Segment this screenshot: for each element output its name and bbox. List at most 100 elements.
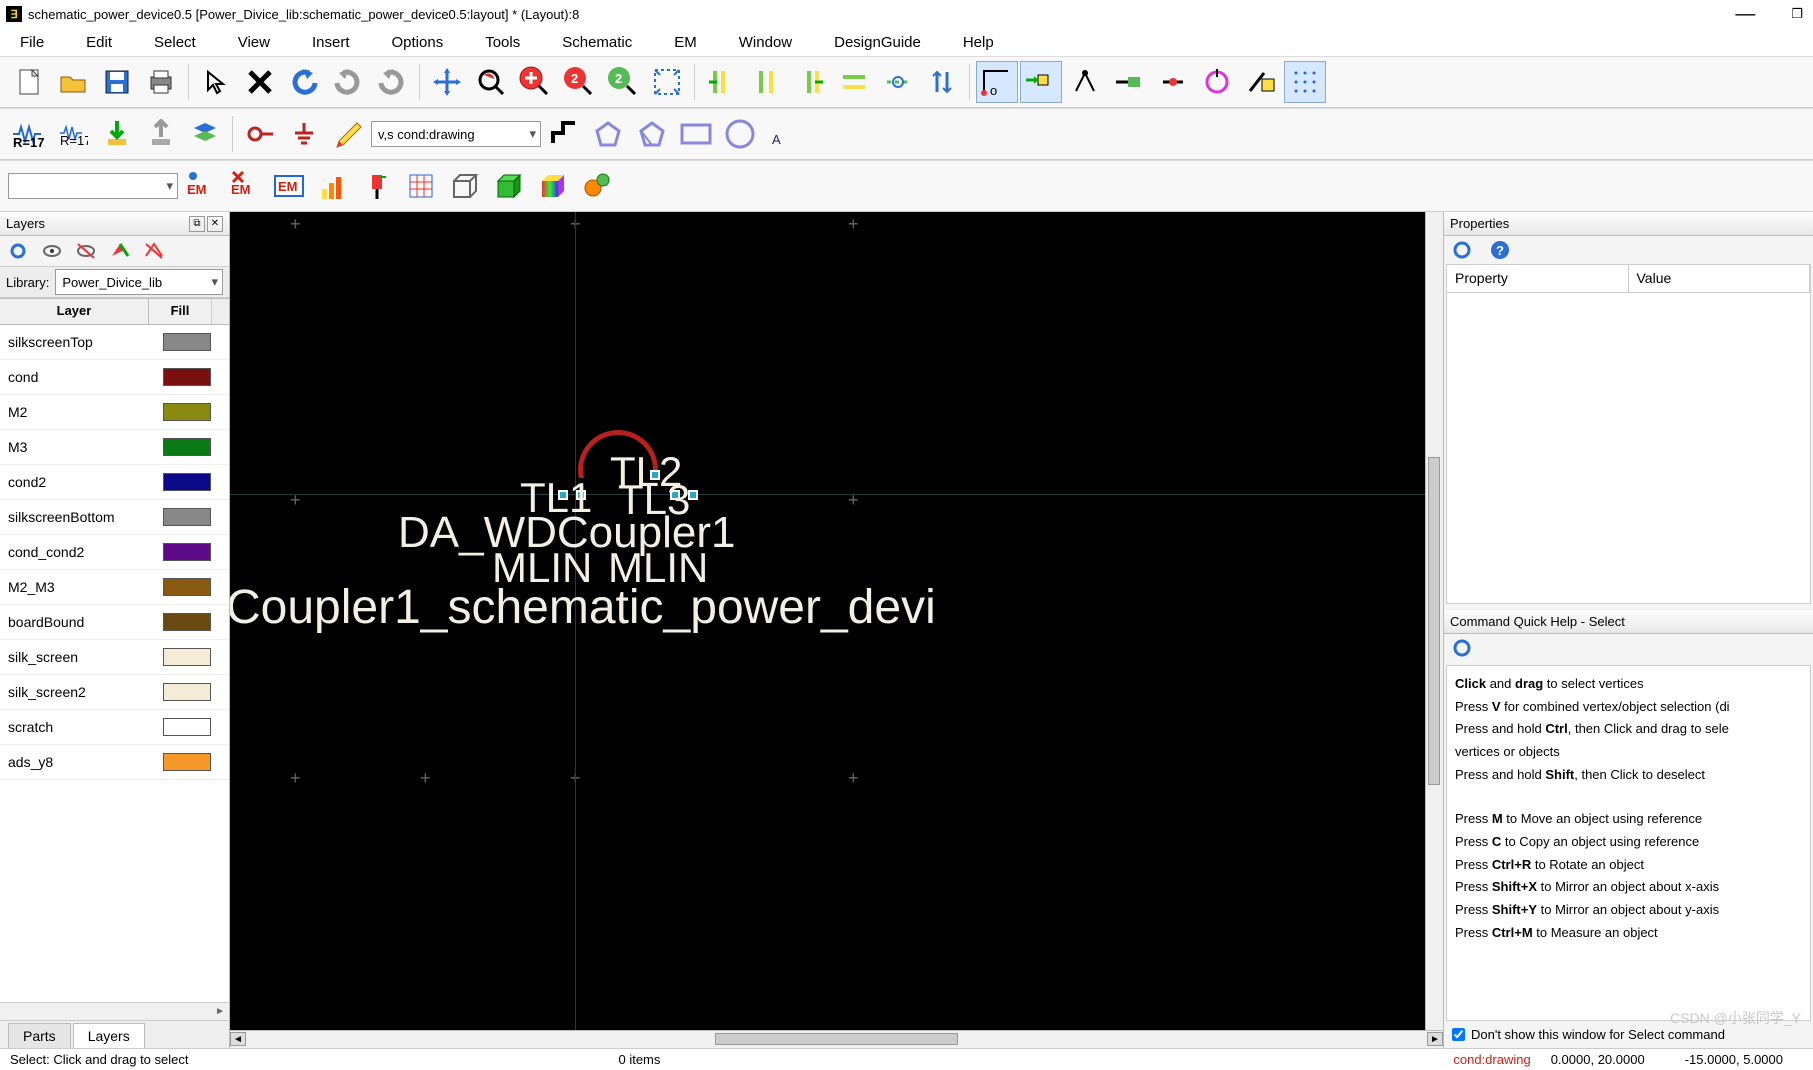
redo-button[interactable] — [327, 61, 369, 103]
grid-dots-button[interactable] — [1284, 61, 1326, 103]
layer-row[interactable]: boardBound — [0, 605, 229, 640]
zoom-out2-button[interactable]: 2 — [602, 61, 644, 103]
menu-designguide[interactable]: DesignGuide — [834, 34, 921, 51]
vertex-snap-button[interactable] — [1064, 61, 1106, 103]
terminal-button[interactable] — [239, 113, 281, 155]
pointer-button[interactable] — [195, 61, 237, 103]
gear2-button[interactable] — [576, 165, 618, 207]
em-del-button[interactable]: EM — [224, 165, 266, 207]
tab-layers[interactable]: Layers — [73, 1023, 145, 1048]
layer-row[interactable]: cond_cond2 — [0, 535, 229, 570]
distribute-button[interactable] — [833, 61, 875, 103]
cube-rainbow-button[interactable] — [532, 165, 574, 207]
menu-view[interactable]: View — [238, 34, 270, 51]
layer-rows[interactable]: silkscreenTopcondM2M3cond2silkscreenBott… — [0, 325, 229, 1002]
layer-combo[interactable]: v,s cond:drawing — [371, 121, 541, 147]
save-button[interactable] — [96, 61, 138, 103]
mid-snap-button[interactable] — [1152, 61, 1194, 103]
print-button[interactable] — [140, 61, 182, 103]
layer-row[interactable]: silk_screen2 — [0, 675, 229, 710]
em-box-button[interactable]: EM — [268, 165, 310, 207]
layer-row[interactable]: cond — [0, 360, 229, 395]
circle-snap-button[interactable] — [1196, 61, 1238, 103]
poly-tool-button[interactable] — [587, 113, 629, 155]
menu-window[interactable]: Window — [739, 34, 792, 51]
r17-button[interactable]: R=17 — [8, 113, 50, 155]
download-button[interactable] — [96, 113, 138, 155]
eye-off-icon[interactable] — [76, 242, 96, 260]
em-setup-button[interactable]: EM — [180, 165, 222, 207]
snap-button[interactable] — [877, 61, 919, 103]
menu-tools[interactable]: Tools — [485, 34, 520, 51]
layer-row[interactable]: cond2 — [0, 465, 229, 500]
gear-icon[interactable] — [8, 242, 28, 260]
layer-row[interactable]: silkscreenBottom — [0, 500, 229, 535]
layer-row[interactable]: M2_M3 — [0, 570, 229, 605]
dont-show-checkbox[interactable] — [1452, 1028, 1465, 1041]
edge-snap-button[interactable] — [1108, 61, 1150, 103]
layer-del-icon[interactable] — [144, 242, 164, 260]
library-combo[interactable]: Power_Divice_lib — [55, 269, 223, 295]
layers-popout-icon[interactable]: ⧉ — [189, 216, 205, 232]
flip-button[interactable] — [921, 61, 963, 103]
menu-file[interactable]: File — [20, 34, 44, 51]
r17-small-button[interactable]: R=17 — [52, 113, 94, 155]
scroll-right-icon[interactable]: ► — [1427, 1032, 1443, 1046]
bars-button[interactable] — [312, 165, 354, 207]
layer-add-icon[interactable] — [110, 242, 130, 260]
canvas-hscroll[interactable]: ◄ ► — [230, 1030, 1443, 1048]
new-button[interactable] — [8, 61, 50, 103]
gear-icon[interactable] — [1452, 638, 1472, 658]
pencil-button[interactable] — [327, 113, 369, 155]
layers-3d-button[interactable] — [184, 113, 226, 155]
layers-hscroll[interactable]: ► — [0, 1002, 229, 1020]
layer-row[interactable]: M3 — [0, 430, 229, 465]
menu-help[interactable]: Help — [963, 34, 994, 51]
undo-button[interactable] — [283, 61, 325, 103]
delete-button[interactable] — [239, 61, 281, 103]
mesh-button[interactable] — [400, 165, 442, 207]
cube-green-button[interactable] — [488, 165, 530, 207]
layout-canvas[interactable]: + + + + + + + + + TL2 TL1 TL3 DA_WDCoupl… — [230, 212, 1443, 1030]
tab-parts[interactable]: Parts — [8, 1023, 71, 1048]
layer-row[interactable]: silkscreenTop — [0, 325, 229, 360]
menu-select[interactable]: Select — [154, 34, 196, 51]
menu-insert[interactable]: Insert — [312, 34, 350, 51]
canvas-vscroll[interactable] — [1425, 212, 1443, 1030]
menu-schematic[interactable]: Schematic — [562, 34, 632, 51]
ground-button[interactable] — [283, 113, 325, 155]
scroll-left-icon[interactable]: ◄ — [230, 1032, 246, 1046]
gear-icon[interactable] — [1452, 240, 1472, 260]
circle-tool-button[interactable] — [719, 113, 761, 155]
open-button[interactable] — [52, 61, 94, 103]
tangent-snap-button[interactable] — [1240, 61, 1282, 103]
menu-em[interactable]: EM — [674, 34, 697, 51]
cube-wire-button[interactable] — [444, 165, 486, 207]
layers-close-icon[interactable]: ✕ — [207, 216, 223, 232]
grid-origin-button[interactable]: o — [976, 61, 1018, 103]
align-c-button[interactable] — [745, 61, 787, 103]
minimize-button[interactable]: — — [1735, 3, 1755, 26]
history-combo[interactable] — [8, 173, 178, 199]
zoom-fit-button[interactable] — [646, 61, 688, 103]
layer-row[interactable]: M2 — [0, 395, 229, 430]
eye-icon[interactable] — [42, 242, 62, 260]
layer-row[interactable]: silk_screen — [0, 640, 229, 675]
zoom-area-button[interactable] — [470, 61, 512, 103]
zoom-in-button[interactable] — [514, 61, 556, 103]
layer-row[interactable]: ads_y8 — [0, 745, 229, 780]
layer-row[interactable]: scratch — [0, 710, 229, 745]
align-l-button[interactable] — [701, 61, 743, 103]
redo2-button[interactable] — [371, 61, 413, 103]
help-icon[interactable]: ? — [1490, 240, 1510, 260]
port-button[interactable] — [356, 165, 398, 207]
text-tool-button[interactable]: A — [763, 113, 805, 155]
step-button[interactable] — [543, 113, 585, 155]
rect-tool-button[interactable] — [675, 113, 717, 155]
align-r-button[interactable] — [789, 61, 831, 103]
upload-button[interactable] — [140, 113, 182, 155]
maximize-button[interactable]: ❐ — [1791, 6, 1803, 22]
menu-options[interactable]: Options — [392, 34, 444, 51]
pan-button[interactable] — [426, 61, 468, 103]
grid-snap-button[interactable] — [1020, 61, 1062, 103]
